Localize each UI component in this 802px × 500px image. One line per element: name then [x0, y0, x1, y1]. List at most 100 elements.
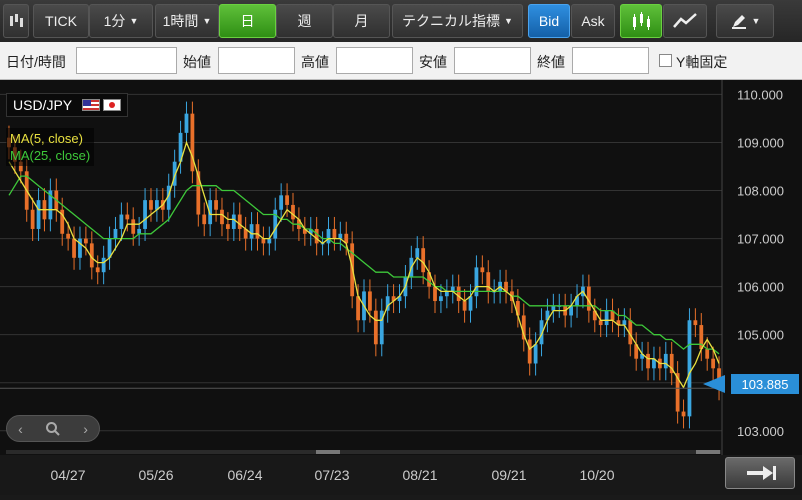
- candle-body: [119, 214, 124, 229]
- candle-body: [267, 238, 272, 244]
- candle-body: [131, 219, 136, 234]
- jp-flag-icon: [103, 99, 122, 111]
- candle-body: [326, 228, 331, 244]
- tab-month[interactable]: 月: [333, 4, 390, 38]
- tick-button[interactable]: TICK: [33, 4, 89, 38]
- candle-body: [72, 238, 76, 258]
- candle-body: [314, 228, 319, 244]
- candle-body: [184, 113, 189, 133]
- scrollbar-thumb-end: [696, 450, 720, 454]
- x-tick-label: 05/26: [138, 467, 173, 483]
- close-field: [572, 47, 649, 74]
- candle-body: [231, 214, 236, 229]
- scrollbar-thumb: [316, 450, 340, 454]
- candle-body: [604, 310, 609, 326]
- y-tick-label: 106.000: [737, 280, 784, 295]
- candle-body: [373, 310, 378, 345]
- candle-body: [214, 200, 218, 210]
- candle-body: [255, 224, 260, 239]
- scroll-to-latest-button[interactable]: [725, 457, 795, 489]
- candle-body: [220, 209, 224, 225]
- indicator-legend: MA(5, close) MA(25, close): [6, 128, 95, 166]
- chart-area[interactable]: 110.000 109.000 108.000 107.000 106.000 105.0…: [0, 80, 802, 495]
- candle-body: [226, 224, 230, 229]
- x-tick-label: 10/20: [579, 467, 614, 483]
- candle-body: [78, 238, 82, 258]
- interval-hour-label: 1時間: [162, 13, 199, 29]
- symbol-badge: USD/JPY: [6, 93, 129, 117]
- interval-select-minute[interactable]: 1分 ▼: [89, 4, 153, 38]
- candle-body: [101, 257, 106, 273]
- candle-body: [462, 301, 467, 311]
- interval-select-hour[interactable]: 1時間 ▼: [155, 4, 219, 38]
- x-tick-label: 09/21: [491, 467, 526, 483]
- tab-day[interactable]: 日: [219, 4, 276, 38]
- chevron-down-icon: ▼: [129, 16, 139, 26]
- candle-body: [663, 353, 668, 369]
- us-flag-icon: [82, 99, 101, 111]
- technical-indicator-select[interactable]: テクニカル指標 ▼: [392, 4, 523, 38]
- x-axis: 04/27 05/26 06/24 07/23 08/21 09/21 10/20: [50, 467, 614, 483]
- draw-tool-select[interactable]: ▼: [716, 4, 774, 38]
- candle-body: [332, 228, 337, 239]
- ma5-line: [8, 140, 720, 389]
- tab-week[interactable]: 週: [276, 4, 333, 38]
- close-label: 終値: [537, 54, 565, 70]
- line-chart-button[interactable]: [663, 4, 707, 38]
- candlestick-chart-button[interactable]: [620, 4, 662, 38]
- candle-body: [433, 286, 437, 302]
- candlestick-icon: [10, 14, 23, 27]
- candle-body: [527, 339, 532, 364]
- ohlc-field-bar: 日付/時間 始値 高値 安値 終値 Y軸固定: [0, 42, 802, 80]
- open-label: 始値: [183, 54, 211, 70]
- current-price-tag: 103.885: [731, 374, 799, 394]
- candle-body: [291, 204, 295, 220]
- candle-body: [137, 228, 142, 234]
- y-tick-label: 105.000: [737, 328, 784, 343]
- bid-button[interactable]: Bid: [528, 4, 570, 38]
- ask-button[interactable]: Ask: [571, 4, 615, 38]
- scrollbar-track: [6, 450, 722, 454]
- candle-body: [681, 411, 686, 417]
- candle-body: [285, 195, 289, 205]
- candle-body: [113, 228, 118, 239]
- candle-body: [687, 320, 692, 417]
- x-tick-label: 06/24: [227, 467, 262, 483]
- candle-body: [622, 320, 627, 326]
- chevron-right-icon[interactable]: ›: [83, 421, 88, 437]
- candle-body: [450, 286, 455, 292]
- candle-body: [421, 248, 426, 273]
- candle-body: [83, 238, 88, 244]
- zoom-icon[interactable]: [45, 421, 61, 437]
- toolbar: TICK 1分 ▼ 1時間 ▼ 日 週 月 テクニカル指標 ▼ Bid Ask ▼: [0, 0, 802, 42]
- candle-body: [338, 233, 343, 239]
- datetime-label: 日付/時間: [6, 54, 66, 70]
- price-chart[interactable]: 110.000 109.000 108.000 107.000 106.000 105.0…: [0, 80, 802, 495]
- candle-body: [95, 267, 100, 273]
- skip-forward-icon: [747, 466, 776, 480]
- candle-body: [279, 195, 284, 210]
- x-tick-label: 08/21: [402, 467, 437, 483]
- candle-body: [237, 214, 242, 229]
- candle-body: [30, 209, 35, 229]
- chevron-left-icon[interactable]: ‹: [18, 421, 23, 437]
- legend-ma5: MA(5, close): [10, 131, 83, 146]
- yaxis-fixed-checkbox[interactable]: [659, 54, 672, 67]
- technical-label: テクニカル指標: [402, 13, 501, 29]
- candle-body: [368, 291, 372, 311]
- candle-body: [444, 291, 449, 297]
- chevron-down-icon: ▼: [202, 16, 212, 26]
- candle-body: [36, 200, 41, 229]
- line-chart-icon: [673, 13, 697, 28]
- low-field: [454, 47, 531, 74]
- current-price-arrow-icon: [703, 375, 725, 393]
- candle-body: [551, 305, 556, 311]
- interval-minute-label: 1分: [103, 13, 126, 29]
- pencil-icon: [731, 15, 746, 29]
- chevron-down-icon: ▼: [751, 16, 761, 26]
- chevron-down-icon: ▼: [504, 16, 513, 26]
- candle-body: [705, 349, 710, 359]
- candle-type-button[interactable]: [3, 4, 29, 38]
- y-tick-label: 110.000: [737, 87, 783, 102]
- candle-body: [149, 200, 153, 210]
